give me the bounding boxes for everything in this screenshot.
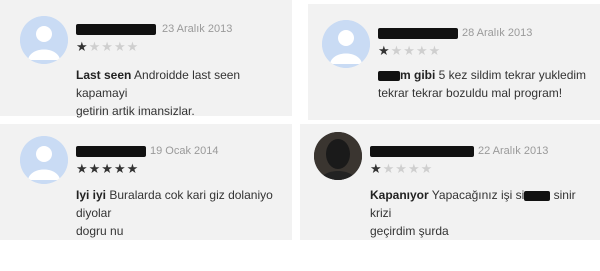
star-icon: ★	[76, 39, 89, 54]
review-date: 19 Ocak 2014	[150, 145, 219, 157]
star-rating: ★★★★★	[370, 162, 433, 175]
review-title: Last seen	[76, 68, 132, 82]
redacted-author-name	[76, 24, 156, 35]
user-photo-avatar	[314, 132, 362, 180]
review-card: 22 Aralık 2013 ★★★★★ Kapanıyor Yapacağın…	[300, 124, 600, 240]
star-icon: ★★★★★	[76, 161, 140, 176]
default-user-icon	[20, 136, 68, 184]
review-date: 23 Aralık 2013	[162, 23, 233, 35]
star-icon: ★	[370, 161, 383, 176]
star-icon: ★	[378, 43, 391, 58]
star-rating: ★★★★★	[76, 40, 139, 53]
review-title: Iyi iyi	[76, 188, 107, 202]
review-line: Buralarda cok kari giz dolaniyo diyolar	[76, 188, 273, 220]
review-line: 5 kez sildim tekrar yukledim	[435, 68, 587, 82]
review-text: Iyi iyi Buralarda cok kari giz dolaniyo …	[76, 186, 290, 240]
redacted-text	[378, 70, 400, 81]
star-icon: ★★★★	[382, 161, 434, 176]
review-line: tekrar tekrar bozuldu mal program!	[378, 86, 563, 100]
review-card: 19 Ocak 2014 ★★★★★ Iyi iyi Buralarda cok…	[0, 124, 292, 240]
review-line: Yapacağınız işi si	[428, 188, 525, 202]
review-date: 28 Aralık 2013	[462, 27, 533, 39]
review-card: 28 Aralık 2013 ★★★★★ m gibi 5 kez sildim…	[308, 4, 600, 120]
star-rating: ★★★★★	[378, 44, 441, 57]
review-line: getirin artik imansizlar.	[76, 104, 195, 118]
default-user-icon	[322, 20, 370, 68]
redacted-author-name	[76, 146, 146, 157]
review-text: m gibi 5 kez sildim tekrar yukledim tekr…	[378, 66, 600, 102]
review-line: dogru nu	[76, 224, 124, 238]
review-text: Last seen Androidde last seen kapamayi g…	[76, 66, 286, 120]
default-user-icon	[20, 16, 68, 64]
review-line: geçirdim şurda	[370, 224, 449, 238]
redacted-author-name	[370, 146, 474, 157]
redacted-text	[524, 190, 551, 201]
review-text: Kapanıyor Yapacağınız işi si sinir krizi…	[370, 186, 598, 240]
review-title: m gibi	[400, 68, 436, 82]
star-rating: ★★★★★	[76, 162, 139, 175]
review-title: Kapanıyor	[370, 188, 429, 202]
review-date: 22 Aralık 2013	[478, 145, 549, 157]
star-icon: ★★★★	[88, 39, 140, 54]
review-card: 23 Aralık 2013 ★★★★★ Last seen Androidde…	[0, 0, 292, 118]
redacted-author-name	[378, 28, 458, 39]
star-icon: ★★★★	[390, 43, 442, 58]
